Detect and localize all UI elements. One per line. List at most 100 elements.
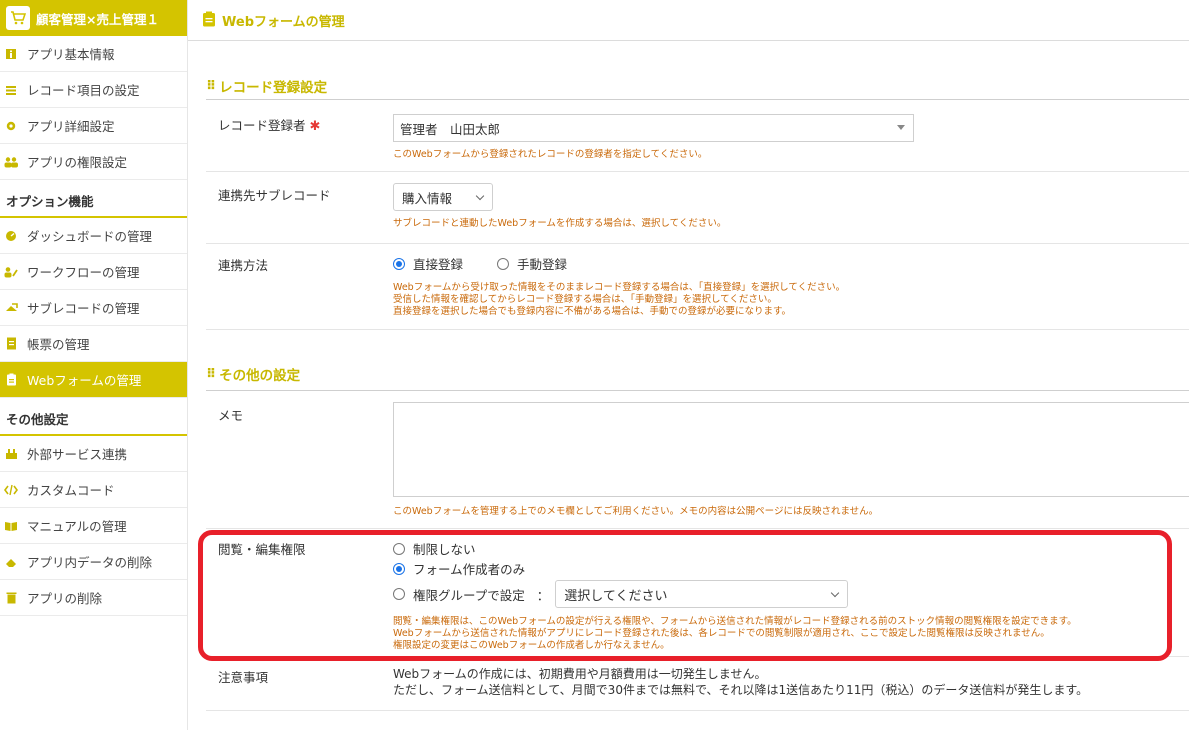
radio-creator-only-label: フォーム作成者のみ xyxy=(413,562,526,577)
method-hint-3: 直接登録を選択した場合でも登録内容に不備がある場合は、手動での登録が必要になりま… xyxy=(393,306,792,317)
radio-checked-icon xyxy=(393,562,405,575)
method-hint-2: 受信した情報を確認してからレコード登録する場合は、「手動登録」を選択してください… xyxy=(393,294,777,305)
colon-separator: ： xyxy=(536,587,550,603)
registrant-value: 管理者 山田太郎 このWebフォームから登録されたレコードの登録者を指定してくだ… xyxy=(393,114,1189,161)
permission-hint-2: Webフォームから送信された情報がアプリにレコード登録された後は、各レコードでの… xyxy=(393,628,1050,639)
permission-label: 閲覧・編集権限 xyxy=(218,542,306,557)
notes-label: 注意事項 xyxy=(218,670,269,685)
radio-checked-icon xyxy=(393,257,405,270)
section-title-text: レコード登録設定 xyxy=(219,80,328,96)
plugin-icon xyxy=(4,447,18,461)
grip-icon: ⠿ xyxy=(206,366,216,382)
gear-icon xyxy=(4,119,18,133)
sidebar-section-options: オプション機能 xyxy=(0,180,187,218)
notes-line-1: Webフォームの作成には、初期費用や月額費用は一切発生しません。 xyxy=(393,667,767,681)
cart-icon xyxy=(6,6,30,30)
notes-value: Webフォームの作成には、初期費用や月額費用は一切発生しません。 ただし、フォー… xyxy=(393,666,1189,698)
sidebar-item-record-fields[interactable]: レコード項目の設定 xyxy=(0,72,187,108)
row-permission: 閲覧・編集権限 制限しない フォーム作成者のみ 権限グループで設定 ： 選択して… xyxy=(206,529,1189,657)
sidebar-item-label: Webフォームの管理 xyxy=(27,373,142,388)
sidebar-item-webform[interactable]: Webフォームの管理 xyxy=(0,362,187,398)
radio-direct-label: 直接登録 xyxy=(413,257,464,272)
memo-value: このWebフォームを管理する上でのメモ欄としてご利用ください。メモの内容は公開ペ… xyxy=(393,402,1189,518)
sidebar-item-permissions[interactable]: アプリの権限設定 xyxy=(0,144,187,180)
code-icon xyxy=(4,483,18,497)
sidebar-item-label: アプリ内データの削除 xyxy=(27,555,153,570)
method-label: 連携方法 xyxy=(218,258,269,273)
radio-unchecked-icon xyxy=(393,588,405,600)
row-registrant: レコード登録者 ✱ 管理者 山田太郎 このWebフォームから登録されたレコードの… xyxy=(206,100,1189,172)
sidebar-item-label: レコード項目の設定 xyxy=(27,83,140,98)
book-icon xyxy=(4,519,18,533)
registrant-label-text: レコード登録者 xyxy=(218,118,306,133)
row-subrecord: 連携先サブレコード 購入情報 サブレコードと連動したWebフォームを作成する場合… xyxy=(206,172,1189,244)
workflow-icon xyxy=(4,265,18,279)
permission-group-select[interactable]: 選択してください xyxy=(555,580,849,608)
sidebar-section-other: その他設定 xyxy=(0,398,187,436)
sidebar-item-custom-code[interactable]: カスタムコード xyxy=(0,472,187,508)
sidebar-item-subrecord[interactable]: サブレコードの管理 xyxy=(0,290,187,326)
radio-unchecked-icon xyxy=(497,257,510,270)
required-mark: ✱ xyxy=(309,119,321,134)
sidebar-item-label: カスタムコード xyxy=(27,483,115,498)
subrecord-label: 連携先サブレコード xyxy=(218,188,331,203)
sidebar-item-delete-data[interactable]: アプリ内データの削除 xyxy=(0,544,187,580)
subrecord-select[interactable]: 購入情報 xyxy=(393,183,493,211)
method-hint-1: Webフォームから受け取った情報をそのままレコード登録する場合は、「直接登録」を… xyxy=(393,282,846,293)
sidebar-item-label: ダッシュボードの管理 xyxy=(27,229,153,244)
users-icon xyxy=(4,155,18,169)
sidebar-item-dashboard[interactable]: ダッシュボードの管理 xyxy=(0,218,187,254)
registrant-select-value: 管理者 山田太郎 xyxy=(400,121,501,137)
registrant-label: レコード登録者 ✱ xyxy=(218,115,320,134)
subrecord-icon xyxy=(4,301,18,315)
radio-permission-group[interactable]: 権限グループで設定 xyxy=(393,585,525,604)
sidebar-item-detail-settings[interactable]: アプリ詳細設定 xyxy=(0,108,187,144)
sidebar-item-label: アプリの権限設定 xyxy=(27,155,128,170)
permission-group-select-value: 選択してください xyxy=(564,588,668,604)
sidebar-item-manual[interactable]: マニュアルの管理 xyxy=(0,508,187,544)
radio-creator-only[interactable]: フォーム作成者のみ xyxy=(393,559,525,578)
sidebar: 顧客管理×売上管理１ アプリ基本情報 レコード項目の設定 アプリ詳細設定 アプリ… xyxy=(0,0,188,730)
radio-no-restriction[interactable]: 制限しない xyxy=(393,539,476,558)
sidebar-item-label: ワークフローの管理 xyxy=(27,265,140,280)
notes-line-2: ただし、フォーム送信料として、月間で30件までは無料で、それ以降は1送信あたり1… xyxy=(393,683,1089,697)
method-value: 直接登録 手動登録 Webフォームから受け取った情報をそのままレコード登録する場… xyxy=(393,254,1189,318)
radio-manual-label: 手動登録 xyxy=(517,257,568,272)
subrecord-hint: サブレコードと連動したWebフォームを作成する場合は、選択してください。 xyxy=(393,218,727,229)
list-icon xyxy=(4,83,18,97)
sidebar-item-delete-app[interactable]: アプリの削除 xyxy=(0,580,187,616)
section-title-text: その他の設定 xyxy=(219,368,301,384)
sidebar-item-label: アプリ詳細設定 xyxy=(27,119,115,134)
app-brand[interactable]: 顧客管理×売上管理１ xyxy=(0,0,187,36)
sidebar-item-label: サブレコードの管理 xyxy=(27,301,140,316)
subrecord-value: 購入情報 サブレコードと連動したWebフォームを作成する場合は、選択してください… xyxy=(393,183,1189,230)
grip-icon: ⠿ xyxy=(206,78,216,94)
row-memo: メモ このWebフォームを管理する上でのメモ欄としてご利用ください。メモの内容は… xyxy=(206,391,1189,529)
dashboard-icon xyxy=(4,229,18,243)
eraser-icon xyxy=(4,555,18,569)
sidebar-item-workflow[interactable]: ワークフローの管理 xyxy=(0,254,187,290)
page-title: Webフォームの管理 xyxy=(222,14,345,30)
radio-unchecked-icon xyxy=(393,542,405,555)
subrecord-select-value: 購入情報 xyxy=(402,190,453,206)
memo-label: メモ xyxy=(218,408,244,423)
app-title: 顧客管理×売上管理１ xyxy=(36,11,159,27)
row-notes: 注意事項 Webフォームの作成には、初期費用や月額費用は一切発生しません。 ただ… xyxy=(206,657,1189,711)
radio-permission-group-label: 権限グループで設定 xyxy=(413,587,525,603)
registrant-hint: このWebフォームから登録されたレコードの登録者を指定してください。 xyxy=(393,149,708,160)
memo-hint: このWebフォームを管理する上でのメモ欄としてご利用ください。メモの内容は公開ペ… xyxy=(393,506,879,517)
sidebar-item-documents[interactable]: 帳票の管理 xyxy=(0,326,187,362)
clipboard-icon xyxy=(202,11,216,30)
info-icon xyxy=(4,47,18,61)
section-title-record: ⠿ レコード登録設定 xyxy=(206,76,328,97)
sidebar-item-label: マニュアルの管理 xyxy=(27,519,127,534)
trash-icon xyxy=(4,591,18,605)
sidebar-item-external-services[interactable]: 外部サービス連携 xyxy=(0,436,187,472)
memo-textarea[interactable] xyxy=(393,402,1189,497)
permission-value: 制限しない フォーム作成者のみ 権限グループで設定 ： 選択してください 閲覧・… xyxy=(393,539,1189,652)
radio-direct[interactable]: 直接登録 xyxy=(393,254,463,273)
sidebar-item-basic-info[interactable]: アプリ基本情報 xyxy=(0,36,187,72)
chevron-down-icon xyxy=(831,588,840,598)
radio-manual[interactable]: 手動登録 xyxy=(497,254,567,273)
registrant-select[interactable]: 管理者 山田太郎 xyxy=(393,114,914,142)
